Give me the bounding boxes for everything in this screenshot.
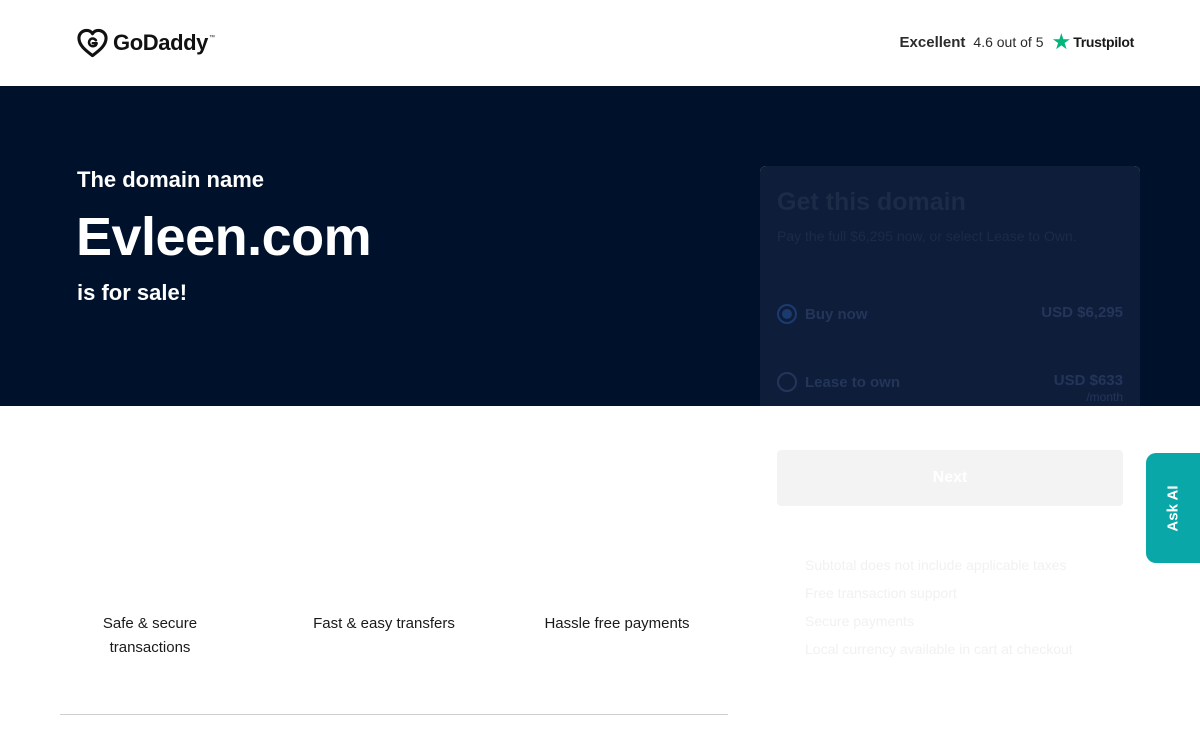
domain-name: Evleen.com [76,207,372,267]
hero-intro: The domain name [77,167,265,192]
note-item: Subtotal does not include applicable tax… [805,557,1067,573]
page: GoDaddy ™ Excellent 4.6 out of 5 ★ Trust… [0,0,1200,740]
note-item: Local currency available in cart at chec… [805,641,1073,657]
feature-secure-transactions: Safe & secure transactions [80,612,220,660]
godaddy-logo-icon [77,28,108,58]
rating-label: Excellent [899,33,966,51]
option-lease-to-own[interactable]: Lease to own USD $633 /month [777,366,1123,406]
godaddy-logo[interactable]: GoDaddy ™ [77,28,215,58]
feature-hassle-free-payments: Hassle free payments [527,612,707,636]
feature-easy-transfers: Fast & easy transfers [294,612,474,636]
trustpilot-wordmark: Trustpilot [1073,34,1134,50]
trustpilot-star-icon: ★ [1051,29,1072,54]
option-price: USD $633 [1053,372,1123,389]
ask-ai-label: Ask AI [1164,484,1182,532]
trustpilot-rating[interactable]: Excellent 4.6 out of 5 ★ Trustpilot [899,29,1135,54]
feature-line: Hassle free payments [544,615,690,632]
rating-score: 4.6 out of 5 [973,34,1044,50]
purchase-card: Get this domain Pay the full $6,295 now,… [760,166,1140,740]
logo-wordmark: GoDaddy [113,30,208,55]
next-button[interactable]: Next [777,450,1123,506]
note-item: Secure payments [805,613,914,629]
option-label: Lease to own [805,374,901,391]
note-item: Free transaction support [805,585,957,601]
ask-ai-button[interactable]: Ask AI [1146,453,1200,563]
option-price: USD $6,295 [1041,304,1123,321]
hero-for-sale: is for sale! [77,280,188,305]
option-label: Buy now [805,306,868,323]
lease-to-own-radio[interactable] [777,372,797,392]
feature-line: transactions [109,639,191,656]
buy-now-radio[interactable] [777,304,797,324]
site-header: GoDaddy ™ Excellent 4.6 out of 5 ★ Trust… [0,0,1200,86]
feature-line: Fast & easy transfers [313,615,455,632]
option-price-period: /month [1086,390,1123,404]
section-divider [60,714,728,715]
trademark-mark: ™ [209,35,215,41]
purchase-notes: Subtotal does not include applicable tax… [805,556,1073,668]
purchase-subtitle: Pay the full $6,295 now, or select Lease… [777,228,1077,244]
feature-line: Safe & secure [102,615,198,632]
option-buy-now[interactable]: Buy now USD $6,295 [777,298,1123,338]
purchase-title: Get this domain [777,188,966,216]
